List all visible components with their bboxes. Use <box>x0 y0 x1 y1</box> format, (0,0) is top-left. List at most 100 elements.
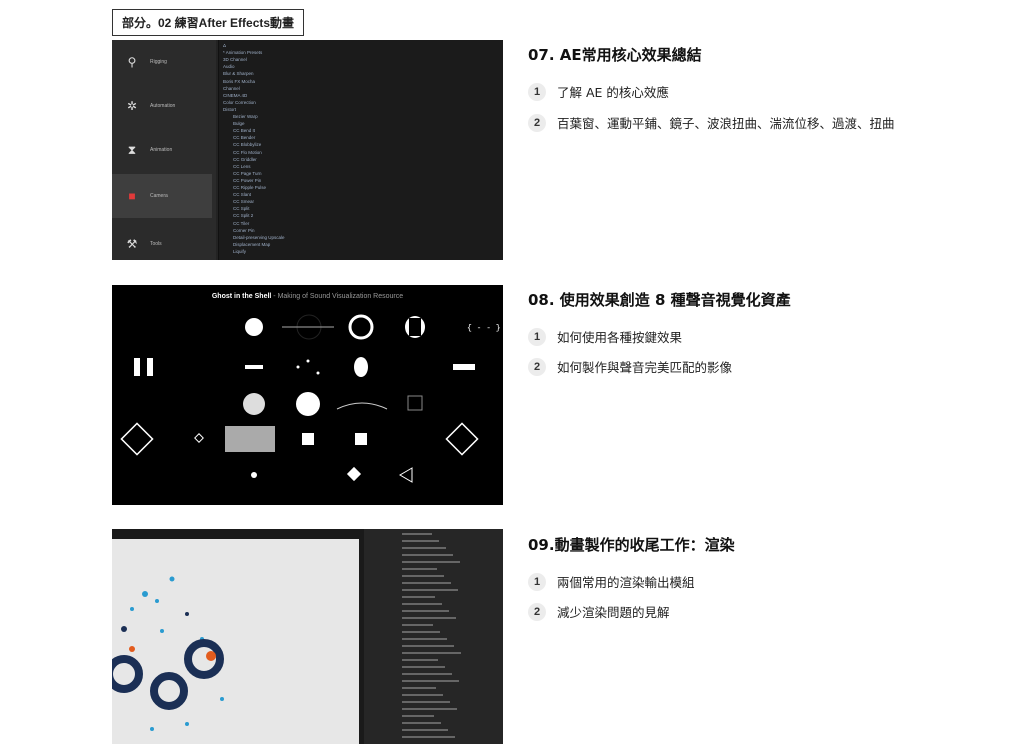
sidebar-item-tools[interactable]: ⚒ Tools <box>112 222 212 260</box>
settings-row <box>402 680 459 682</box>
settings-row <box>402 575 444 577</box>
settings-row <box>402 610 449 612</box>
effect-row[interactable]: CC Flo Motion <box>233 150 262 155</box>
lesson-title: 09.動畫製作的收尾工作：渲染 <box>528 536 735 554</box>
item-number: 2 <box>528 113 546 132</box>
effects-list: Δ * Animation Presets 3D Channel Audio Blur … <box>218 40 503 260</box>
settings-row <box>402 736 455 738</box>
effect-row[interactable]: Boris FX Mocha <box>223 79 255 84</box>
effect-row[interactable]: CC Slant <box>233 192 251 197</box>
settings-row <box>402 722 441 724</box>
item-number: 1 <box>528 82 546 101</box>
lesson-title: 08. 使用效果創造 8 種聲音視覺化資產 <box>528 291 791 309</box>
sidebar-item-label: Automation <box>150 103 176 109</box>
effect-row[interactable]: CC Smear <box>233 199 254 204</box>
composition-viewer <box>112 539 359 744</box>
settings-row <box>402 652 461 654</box>
item-number: 1 <box>528 327 546 346</box>
settings-row <box>402 666 445 668</box>
item-text: 百葉窗、運動平鋪、鏡子、波浪扭曲、湍流位移、過渡、扭曲 <box>557 116 895 131</box>
effect-row[interactable]: CINEMA 4D <box>223 93 247 98</box>
effect-row[interactable]: CC Page Turn <box>233 171 262 176</box>
lesson-item: 2 減少渲染問題的見解 <box>528 602 670 621</box>
settings-row <box>402 568 437 570</box>
effect-row[interactable]: CC Lens <box>233 164 251 169</box>
item-text: 如何製作與聲音完美匹配的影像 <box>557 360 733 375</box>
sidebar-item-label: Tools <box>150 241 162 247</box>
effect-row[interactable]: Bezier Warp <box>233 114 258 119</box>
settings-row <box>402 547 446 549</box>
effect-row[interactable]: Liquify <box>233 249 246 254</box>
effect-row[interactable]: * Animation Presets <box>223 50 262 55</box>
settings-row <box>402 589 458 591</box>
settings-row <box>402 673 452 675</box>
settings-row <box>402 540 439 542</box>
effect-row[interactable]: 3D Channel <box>223 57 247 62</box>
effect-row[interactable]: CC Bend It <box>233 128 255 133</box>
effect-row[interactable]: Corner Pin <box>233 228 255 233</box>
lesson-09-thumbnail[interactable] <box>112 529 503 744</box>
sound-visual-grid: { - - } <box>120 314 501 483</box>
effect-row[interactable]: Color Correction <box>223 100 256 105</box>
lesson-item: 1 如何使用各種按鍵效果 <box>528 327 682 346</box>
settings-row <box>402 659 438 661</box>
settings-row <box>402 729 448 731</box>
sidebar-item-label: Animation <box>150 147 173 153</box>
svg-text:{ - - }: { - - } <box>467 324 501 333</box>
settings-row <box>402 624 433 626</box>
effect-row[interactable]: Channel <box>223 86 240 91</box>
settings-row <box>402 631 440 633</box>
effect-row[interactable]: CC Power Pin <box>233 178 261 183</box>
effect-row[interactable]: CC Split <box>233 206 250 211</box>
lesson-08: 08. 使用效果創造 8 種聲音視覺化資產 1 如何使用各種按鍵效果 2 如何製… <box>528 289 791 376</box>
lesson-09: 09.動畫製作的收尾工作：渲染 1 兩個常用的渲染輸出模組 2 減少渲染問題的見… <box>528 534 735 621</box>
lesson-07: 07. AE常用核心效果總結 1 了解 AE 的核心效應 2 百葉窗、運動平鋪、… <box>528 44 895 132</box>
part-tag: 部分。02 練習After Effects動畫 <box>112 9 305 36</box>
effect-row[interactable]: Δ <box>223 43 226 48</box>
lesson-item: 2 如何製作與聲音完美匹配的影像 <box>528 357 732 376</box>
effect-row[interactable]: Displacement Map <box>233 242 270 247</box>
effect-row[interactable]: CC Griddler <box>233 157 257 162</box>
effect-row[interactable]: Distort <box>223 107 236 112</box>
sidebar-item-animation[interactable]: ⧗ Animation <box>112 128 212 172</box>
settings-row <box>402 708 457 710</box>
ae-sidebar: ⚲ Rigging ✲ Automation ⧗ Animation ■ Cam… <box>112 40 216 260</box>
camera-icon: ■ <box>128 189 136 203</box>
lesson-07-thumbnail[interactable]: ⚲ Rigging ✲ Automation ⧗ Animation ■ Cam… <box>112 40 503 260</box>
sidebar-item-automation[interactable]: ✲ Automation <box>112 84 212 128</box>
effect-row[interactable]: Blur & Sharpen <box>223 71 254 76</box>
item-number: 2 <box>528 357 546 376</box>
effect-row[interactable]: CC Tiler <box>233 221 249 226</box>
effect-row[interactable]: Detail-preserving Upscale <box>233 235 285 240</box>
settings-row <box>402 582 451 584</box>
lesson-item: 2 百葉窗、運動平鋪、鏡子、波浪扭曲、湍流位移、過渡、扭曲 <box>528 113 895 132</box>
lesson-title: 07. AE常用核心效果總結 <box>528 46 702 64</box>
settings-row <box>402 694 443 696</box>
sidebar-item-camera[interactable]: ■ Camera <box>112 174 212 218</box>
sidebar-item-label: Rigging <box>150 59 167 65</box>
settings-row <box>402 533 432 535</box>
settings-row <box>402 687 436 689</box>
sidebar-item-label: Camera <box>150 193 168 199</box>
effect-row[interactable]: Bulge <box>233 121 245 126</box>
item-text: 兩個常用的渲染輸出模組 <box>557 575 695 590</box>
settings-row <box>402 701 450 703</box>
lesson-item: 1 兩個常用的渲染輸出模組 <box>528 572 695 591</box>
lesson-08-thumbnail[interactable]: Ghost in the Shell - Making of Sound Vis… <box>112 285 503 505</box>
effect-row[interactable]: CC Split 2 <box>233 213 253 218</box>
rigging-icon: ⚲ <box>127 55 137 69</box>
gear-icon: ✲ <box>126 99 138 113</box>
effect-row[interactable]: CC Bender <box>233 135 255 140</box>
item-text: 了解 AE 的核心效應 <box>557 85 669 100</box>
effect-row[interactable]: CC Blobbylize <box>233 142 261 147</box>
settings-row <box>402 617 456 619</box>
item-number: 1 <box>528 572 546 591</box>
tools-icon: ⚒ <box>126 237 138 251</box>
item-number: 2 <box>528 602 546 621</box>
lesson-item: 1 了解 AE 的核心效應 <box>528 82 669 101</box>
effect-row[interactable]: CC Ripple Pulse <box>233 185 266 190</box>
settings-row <box>402 638 447 640</box>
sidebar-item-rigging[interactable]: ⚲ Rigging <box>112 40 212 84</box>
effect-row[interactable]: Audio <box>223 64 235 69</box>
settings-row <box>402 561 460 563</box>
